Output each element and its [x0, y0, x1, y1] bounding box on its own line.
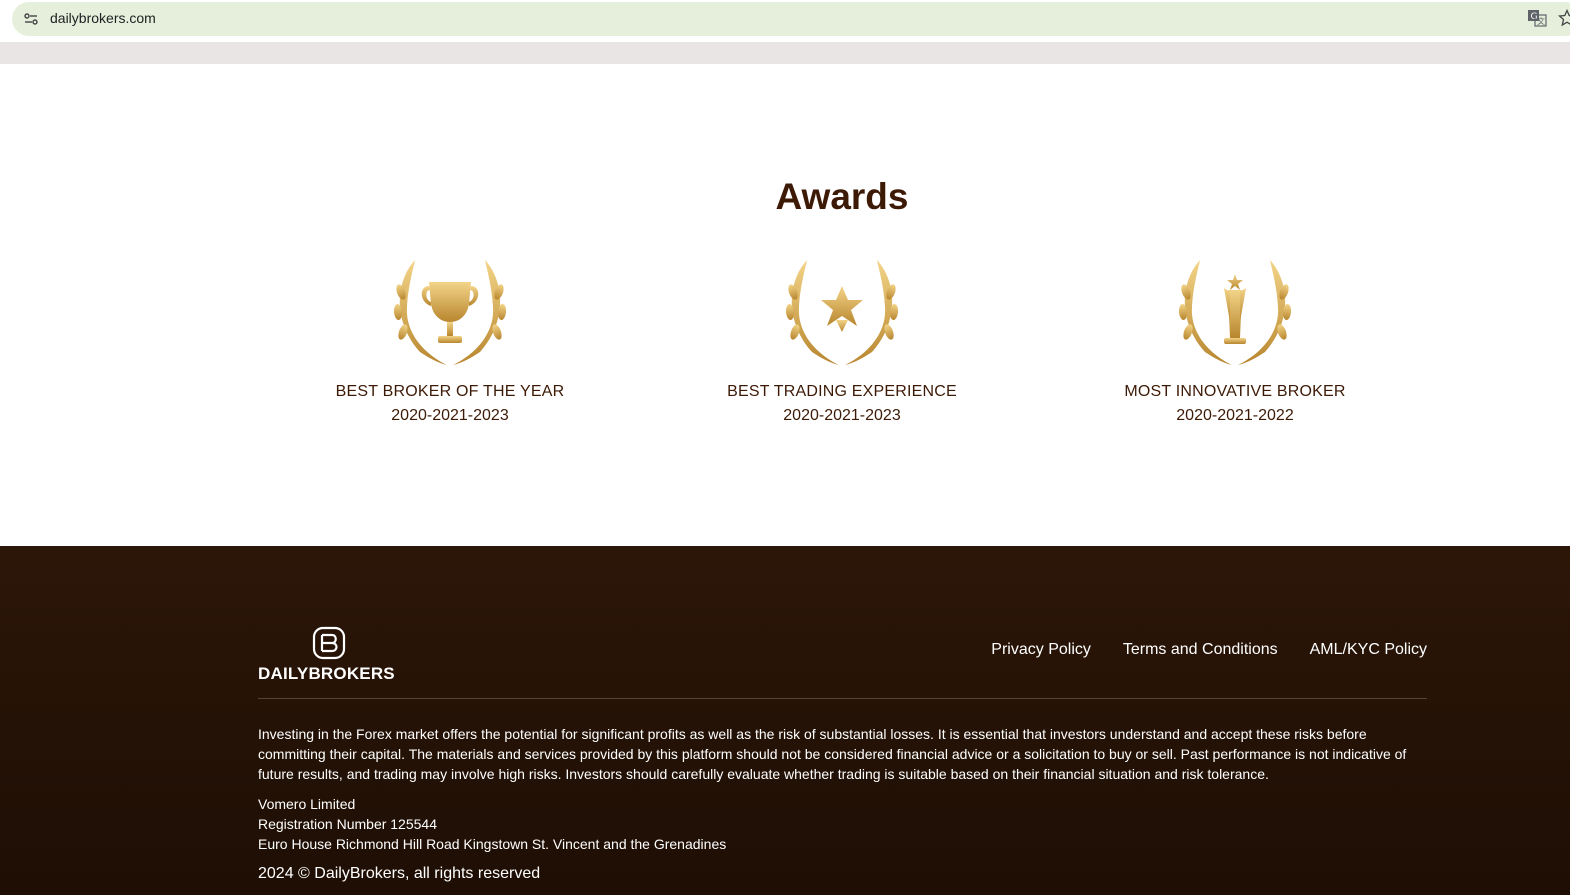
privacy-policy-link[interactable]: Privacy Policy [991, 641, 1091, 659]
site-info-icon[interactable] [22, 10, 40, 28]
footer-nav: Privacy Policy Terms and Conditions AML/… [991, 641, 1427, 659]
award-years: 2020-2021-2023 [391, 407, 509, 424]
award-years: 2020-2021-2022 [1176, 407, 1294, 424]
page-header-strip [0, 42, 1570, 64]
aml-kyc-policy-link[interactable]: AML/KYC Policy [1310, 641, 1427, 659]
company-info: Vomero Limited Registration Number 12554… [258, 794, 726, 854]
award-card: BEST TRADING EXPERIENCE 2020-2021-2023 [682, 252, 1002, 425]
logo-wordmark: DAILYBROKERS [258, 664, 395, 683]
award-name: MOST INNOVATIVE BROKER [1124, 383, 1346, 400]
statuette-laurel-icon [1178, 260, 1292, 365]
terms-conditions-link[interactable]: Terms and Conditions [1123, 641, 1278, 659]
star-laurel-icon [785, 260, 899, 365]
copyright-text: 2024 © DailyBrokers, all rights reserved [258, 865, 541, 882]
footer-divider [258, 698, 1427, 699]
dailybrokers-logo[interactable]: DAILYBROKERS [258, 626, 408, 683]
db-logo-icon [312, 626, 346, 660]
bookmark-star-icon[interactable] [1557, 8, 1570, 27]
award-name: BEST BROKER OF THE YEAR [335, 383, 565, 400]
address-bar[interactable]: dailybrokers.com [12, 2, 1570, 36]
risk-disclaimer: Investing in the Forex market offers the… [258, 726, 1407, 782]
url-text[interactable]: dailybrokers.com [50, 10, 156, 26]
svg-text:文: 文 [1537, 16, 1545, 26]
trophy-laurel-icon [393, 260, 507, 365]
browser-toolbar: dailybrokers.com G 文 [0, 0, 1570, 42]
translate-icon[interactable]: G 文 [1527, 9, 1547, 27]
registration-number: Registration Number 125544 [258, 816, 437, 832]
award-name: BEST TRADING EXPERIENCE [727, 383, 957, 400]
awards-heading: Awards [775, 176, 909, 217]
site-footer: DAILYBROKERS Privacy Policy Terms and Co… [0, 546, 1570, 895]
award-years: 2020-2021-2023 [783, 407, 901, 424]
award-card: MOST INNOVATIVE BROKER 2020-2021-2022 [1075, 252, 1395, 425]
company-name: Vomero Limited [258, 796, 356, 812]
company-address: Euro House Richmond Hill Road Kingstown … [258, 836, 727, 852]
award-card: BEST BROKER OF THE YEAR 2020-2021-2023 [290, 252, 610, 425]
